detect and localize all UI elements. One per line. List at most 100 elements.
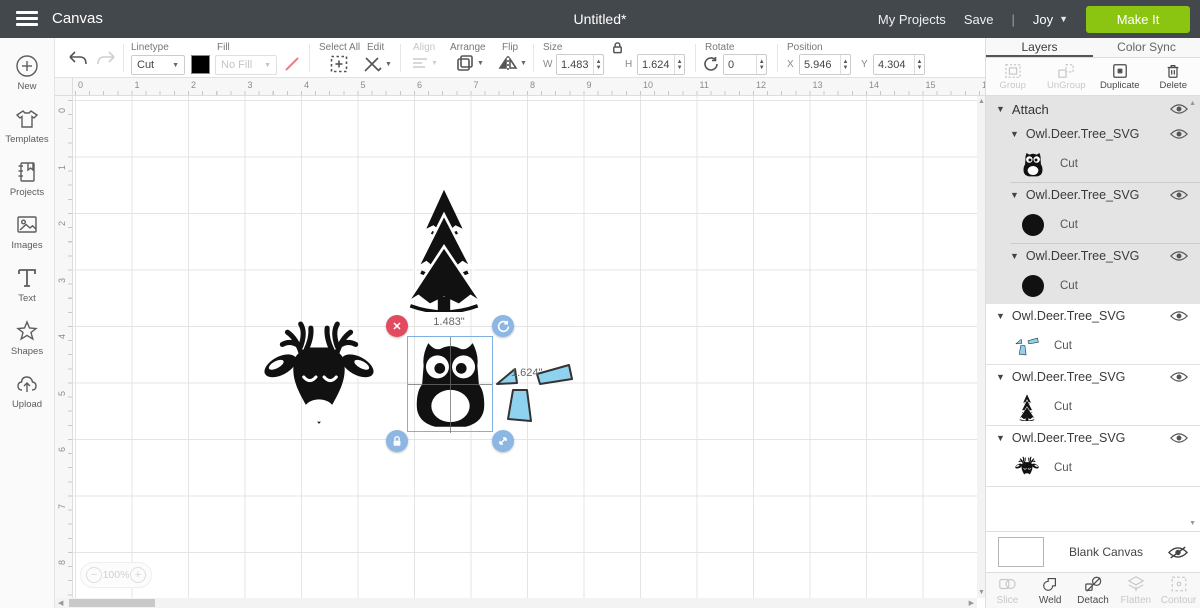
collapse-arrow-icon[interactable]: ▼	[1010, 129, 1019, 139]
attach-group[interactable]: ▼ Attach ▼ Owl.Deer.Tree_SVG Cut	[986, 96, 1200, 304]
rotate-button[interactable]	[703, 56, 719, 72]
sidebar-item-templates[interactable]: Templates	[0, 99, 54, 152]
duplicate-button[interactable]: Duplicate	[1093, 58, 1147, 95]
layer-item[interactable]: ▼ Owl.Deer.Tree_SVG Cut	[986, 304, 1200, 365]
contour-button[interactable]: Contour	[1157, 573, 1200, 608]
vertical-scrollbar[interactable]: ▲ ▼	[977, 96, 985, 598]
width-stepper[interactable]: ▲▼	[593, 55, 603, 74]
shape-christmas-tree[interactable]	[398, 188, 490, 312]
edit-button[interactable]: ▼	[363, 55, 392, 73]
collapse-arrow-icon[interactable]: ▼	[996, 372, 1005, 382]
x-stepper[interactable]: ▲▼	[840, 55, 850, 74]
layers-scroll-up-arrow[interactable]: ▲	[1189, 100, 1196, 107]
my-projects-link[interactable]: My Projects	[878, 12, 946, 27]
scrollbar-thumb[interactable]	[69, 599, 155, 607]
blank-canvas-row[interactable]: Blank Canvas	[986, 531, 1200, 572]
visibility-eye-icon[interactable]	[1170, 371, 1190, 383]
y-stepper[interactable]: ▲▼	[914, 55, 924, 74]
collapse-arrow-icon[interactable]: ▼	[996, 433, 1005, 443]
layer-operation[interactable]: Cut	[1054, 401, 1072, 413]
horizontal-scrollbar[interactable]: ◀ ▶	[55, 598, 977, 608]
undo-button[interactable]	[67, 49, 89, 67]
group-button[interactable]: Group	[986, 58, 1040, 95]
layer-item[interactable]: ▼ Owl.Deer.Tree_SVG Cut	[986, 122, 1200, 183]
fill-none-slash-icon[interactable]	[283, 55, 301, 73]
fill-dropdown[interactable]: No Fill▼	[215, 55, 277, 75]
tab-color-sync[interactable]: Color Sync	[1093, 38, 1200, 57]
layer-thumbnail-black-circle[interactable]	[1020, 273, 1046, 299]
sidebar-item-upload[interactable]: Upload	[0, 364, 54, 417]
sidebar-item-new[interactable]: New	[0, 46, 54, 99]
align-button[interactable]: ▼	[411, 56, 438, 70]
visibility-eye-icon[interactable]	[1170, 189, 1190, 201]
visibility-eye-off-icon[interactable]	[1168, 546, 1188, 559]
attach-group-header[interactable]: ▼ Attach	[986, 96, 1200, 122]
collapse-arrow-icon[interactable]: ▼	[996, 104, 1005, 114]
layer-thumbnail-deer[interactable]	[1014, 455, 1040, 481]
layer-thumbnail-owl[interactable]	[1020, 151, 1046, 177]
slice-button[interactable]: Slice	[986, 573, 1029, 608]
layer-item[interactable]: ▼ Owl.Deer.Tree_SVG Cut	[986, 244, 1200, 304]
blank-canvas-swatch[interactable]	[998, 537, 1044, 567]
zoom-out-button[interactable]: −	[86, 567, 102, 583]
layer-operation[interactable]: Cut	[1060, 280, 1078, 292]
layer-operation[interactable]: Cut	[1060, 219, 1078, 231]
layer-thumbnail-blue-pieces[interactable]	[1014, 333, 1040, 359]
layers-scroll-down-arrow[interactable]: ▼	[1189, 520, 1196, 527]
selection-bounding-box[interactable]	[407, 336, 493, 432]
visibility-eye-icon[interactable]	[1170, 432, 1190, 444]
layer-operation[interactable]: Cut	[1054, 462, 1072, 474]
resize-handle[interactable]	[492, 430, 514, 452]
layer-thumbnail-black-circle[interactable]	[1020, 212, 1046, 238]
visibility-eye-icon[interactable]	[1170, 103, 1190, 115]
linetype-dropdown[interactable]: Cut▼	[131, 55, 185, 75]
layer-item[interactable]: ▼ Owl.Deer.Tree_SVG Cut	[986, 365, 1200, 426]
sidebar-item-images[interactable]: Images	[0, 205, 54, 258]
flip-button[interactable]: ▼	[498, 55, 527, 71]
layer-thumbnail-tree[interactable]	[1014, 394, 1040, 420]
rotate-stepper[interactable]: ▲▼	[756, 55, 766, 74]
canvas-grid[interactable]	[73, 96, 977, 598]
zoom-in-button[interactable]: +	[130, 567, 146, 583]
scroll-left-arrow[interactable]: ◀	[58, 599, 63, 607]
tab-layers[interactable]: Layers	[986, 38, 1093, 57]
weld-button[interactable]: Weld	[1029, 573, 1072, 608]
visibility-eye-icon[interactable]	[1170, 128, 1190, 140]
sidebar-item-shapes[interactable]: Shapes	[0, 311, 54, 364]
height-stepper[interactable]: ▲▼	[674, 55, 684, 74]
lock-handle[interactable]	[386, 430, 408, 452]
sidebar-item-projects[interactable]: Projects	[0, 152, 54, 205]
design-canvas[interactable]: 012345678910111213141516 012345678 1.483…	[55, 78, 985, 608]
shape-deer-head[interactable]	[262, 320, 376, 434]
linetype-color-swatch[interactable]	[191, 55, 210, 74]
flatten-button[interactable]: Flatten	[1114, 573, 1157, 608]
collapse-arrow-icon[interactable]: ▼	[1010, 190, 1019, 200]
save-link[interactable]: Save	[964, 12, 994, 27]
width-input[interactable]	[557, 55, 593, 74]
height-input[interactable]	[638, 55, 674, 74]
visibility-eye-icon[interactable]	[1170, 250, 1190, 262]
sidebar-item-text[interactable]: Text	[0, 258, 54, 311]
layer-operation[interactable]: Cut	[1054, 340, 1072, 352]
layer-operation[interactable]: Cut	[1060, 158, 1078, 170]
layer-item[interactable]: ▼ Owl.Deer.Tree_SVG Cut	[986, 426, 1200, 487]
layer-item[interactable]: ▼ Owl.Deer.Tree_SVG Cut	[986, 183, 1200, 244]
make-it-button[interactable]: Make It	[1086, 6, 1190, 33]
scroll-right-arrow[interactable]: ▶	[969, 599, 974, 607]
scroll-down-arrow[interactable]: ▼	[978, 589, 985, 596]
rotate-handle[interactable]	[492, 315, 514, 337]
detach-button[interactable]: Detach	[1072, 573, 1115, 608]
arrange-button[interactable]: ▼	[455, 53, 484, 73]
machine-selector[interactable]: Joy ▼	[1033, 12, 1068, 27]
size-lock-button[interactable]	[611, 41, 624, 54]
scroll-up-arrow[interactable]: ▲	[978, 98, 985, 105]
rotate-input[interactable]	[724, 55, 756, 74]
visibility-eye-icon[interactable]	[1170, 310, 1190, 322]
delete-handle[interactable]: ✕	[386, 315, 408, 337]
collapse-arrow-icon[interactable]: ▼	[1010, 251, 1019, 261]
redo-button[interactable]	[95, 49, 117, 67]
collapse-arrow-icon[interactable]: ▼	[996, 311, 1005, 321]
ungroup-button[interactable]: UnGroup	[1040, 58, 1094, 95]
select-all-button[interactable]	[330, 55, 348, 73]
delete-button[interactable]: Delete	[1147, 58, 1200, 95]
